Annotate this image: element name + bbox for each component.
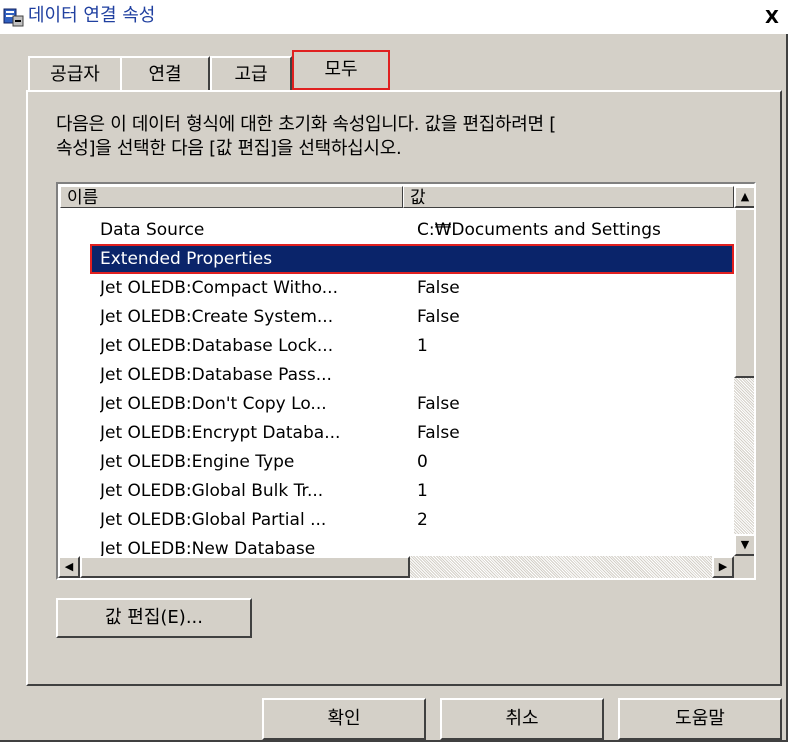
property-value: C:₩Documents and Settings	[417, 220, 661, 240]
list-item[interactable]: Jet OLEDB:Encrypt Databa... False	[92, 419, 732, 448]
tab-all[interactable]: 모두	[292, 50, 390, 90]
list-item-selected[interactable]: Extended Properties	[90, 244, 734, 274]
scroll-down-button[interactable]: ▼	[734, 534, 754, 556]
property-name: Jet OLEDB:Encrypt Databa...	[100, 423, 341, 443]
window-title: 데이터 연결 속성	[28, 5, 156, 26]
tab-advanced[interactable]: 고급	[210, 56, 292, 90]
tab-connection-label: 연결	[148, 64, 182, 85]
property-name: Jet OLEDB:Global Partial ...	[100, 510, 327, 530]
property-value: False	[417, 307, 460, 327]
property-value: False	[417, 423, 460, 443]
description-text: 다음은 이 데이터 형식에 대한 초기화 속성입니다. 값을 편집하려면 [ 속…	[56, 113, 776, 161]
property-value: 1	[417, 481, 428, 501]
data-link-icon	[3, 8, 24, 27]
vertical-scroll-thumb[interactable]	[734, 208, 754, 378]
property-name: Jet OLEDB:Create System...	[100, 307, 334, 327]
tab-provider-label: 공급자	[50, 64, 100, 85]
property-name: Jet OLEDB:Global Bulk Tr...	[100, 481, 324, 501]
cancel-button[interactable]: 취소	[440, 698, 604, 740]
tab-provider[interactable]: 공급자	[28, 56, 122, 90]
property-name: Jet OLEDB:Engine Type	[100, 452, 295, 472]
column-header-value-label: 값	[410, 188, 426, 208]
property-name: Jet OLEDB:Database Lock...	[100, 336, 334, 356]
list-item[interactable]: Jet OLEDB:Global Bulk Tr... 1	[92, 477, 732, 506]
property-list-viewport: 이름 값 Data Source C:₩Documents and Settin…	[60, 186, 734, 556]
list-item[interactable]: Data Source C:₩Documents and Settings	[92, 216, 732, 245]
list-item[interactable]: Jet OLEDB:Compact Witho... False	[92, 274, 732, 303]
close-button[interactable]: X	[760, 8, 784, 30]
tab-all-label: 모두	[324, 59, 358, 80]
description-line-1: 다음은 이 데이터 형식에 대한 초기화 속성입니다. 값을 편집하려면 [	[56, 114, 556, 135]
cancel-button-label: 취소	[505, 708, 539, 729]
tab-advanced-label: 고급	[234, 64, 268, 85]
property-value: False	[417, 278, 460, 298]
list-item[interactable]: Jet OLEDB:Engine Type 0	[92, 448, 732, 477]
property-name: Jet OLEDB:Database Pass...	[100, 365, 332, 385]
list-item[interactable]: Jet OLEDB:Database Pass...	[92, 361, 732, 390]
column-header-value[interactable]: 값	[403, 186, 734, 208]
tab-connection[interactable]: 연결	[120, 56, 210, 90]
help-button-label: 도움말	[675, 708, 725, 729]
scroll-up-button[interactable]: ▲	[734, 186, 754, 208]
arrow-left-icon: ◀	[64, 560, 74, 573]
list-item[interactable]: Jet OLEDB:Don't Copy Lo... False	[92, 390, 732, 419]
list-item[interactable]: Jet OLEDB:Database Lock... 1	[92, 332, 732, 361]
property-value: 2	[417, 510, 428, 530]
list-item[interactable]: Jet OLEDB:New Database	[92, 535, 732, 556]
horizontal-scroll-thumb[interactable]	[80, 556, 410, 578]
help-button[interactable]: 도움말	[618, 698, 782, 740]
list-item[interactable]: Jet OLEDB:Global Partial ... 2	[92, 506, 732, 535]
arrow-right-icon: ▶	[718, 560, 728, 573]
column-header-name[interactable]: 이름	[60, 186, 403, 208]
property-value: 1	[417, 336, 428, 356]
property-name: Data Source	[100, 220, 205, 240]
edit-value-button-label: 값 편집(E)...	[105, 607, 203, 628]
column-header-name-label: 이름	[67, 188, 99, 208]
property-value: 0	[417, 452, 428, 472]
list-item[interactable]: Jet OLEDB:Create System... False	[92, 303, 732, 332]
property-name: Extended Properties	[100, 249, 273, 269]
ok-button-label: 확인	[327, 708, 361, 729]
arrow-down-icon: ▼	[740, 538, 750, 551]
scroll-left-button[interactable]: ◀	[58, 556, 80, 578]
edit-value-button[interactable]: 값 편집(E)...	[56, 598, 252, 638]
arrow-up-icon: ▲	[740, 190, 750, 203]
data-link-properties-dialog: 데이터 연결 속성 X 공급자 연결 고급 모두 다음은 이 데이터 형식에 대…	[0, 0, 788, 742]
property-name: Jet OLEDB:New Database	[100, 539, 316, 556]
scroll-right-button[interactable]: ▶	[712, 556, 734, 578]
scrollbar-corner	[734, 556, 754, 578]
property-list[interactable]: 이름 값 Data Source C:₩Documents and Settin…	[56, 182, 756, 580]
property-name: Jet OLEDB:Compact Witho...	[100, 278, 338, 298]
ok-button[interactable]: 확인	[262, 698, 426, 740]
property-name: Jet OLEDB:Don't Copy Lo...	[100, 394, 327, 414]
property-value: False	[417, 394, 460, 414]
description-line-2: 속성]을 선택한 다음 [값 편집]을 선택하십시오.	[56, 138, 402, 159]
title-bar[interactable]: 데이터 연결 속성 X	[0, 0, 788, 34]
